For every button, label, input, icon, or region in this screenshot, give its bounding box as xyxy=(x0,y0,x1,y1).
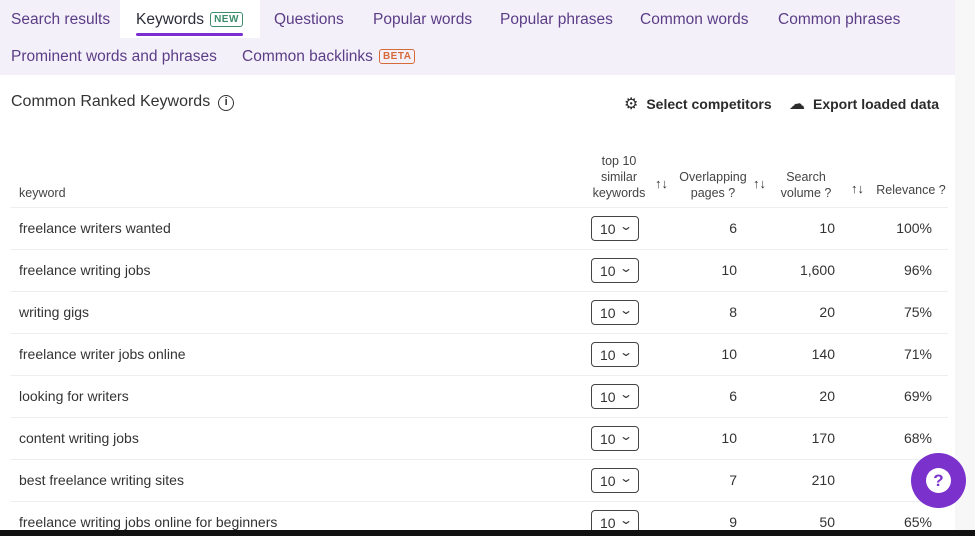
relevance-cell: 100% xyxy=(896,220,932,236)
chevron-down-icon: ⌄ xyxy=(618,261,634,275)
button-label: Export loaded data xyxy=(813,96,940,112)
table-row: freelance writing jobs 10 ⌄ 10 1,600 96% xyxy=(0,249,948,291)
export-button[interactable]: ☁ Export loaded data xyxy=(789,94,939,114)
new-badge: NEW xyxy=(210,12,243,27)
overlapping-cell: 10 xyxy=(721,346,737,362)
tab-questions[interactable]: Questions xyxy=(274,11,344,29)
select-value: 10 xyxy=(600,431,616,447)
keyword-cell: looking for writers xyxy=(19,388,129,404)
table-row: freelance writer jobs online 10 ⌄ 10 140 … xyxy=(0,333,948,375)
table-row: looking for writers 10 ⌄ 6 20 69% xyxy=(0,375,948,417)
table-row: content writing jobs 10 ⌄ 10 170 68% xyxy=(0,417,948,459)
chevron-down-icon: ⌄ xyxy=(618,219,634,233)
volume-cell: 140 xyxy=(811,346,835,362)
similar-keywords-select[interactable]: 10 ⌄ xyxy=(591,216,639,241)
sort-icon[interactable]: ↑↓ xyxy=(851,181,864,196)
info-icon[interactable]: i xyxy=(218,95,235,111)
volume-cell: 20 xyxy=(819,304,835,320)
keyword-cell: writing gigs xyxy=(19,304,90,320)
keyword-cell: freelance writers wanted xyxy=(19,220,171,236)
tab-label: Keywords xyxy=(136,11,205,28)
col-similar: top 10 similar keywords xyxy=(592,154,646,200)
tab-popular-phrases[interactable]: Popular phrases xyxy=(500,11,613,29)
chevron-down-icon: ⌄ xyxy=(618,303,634,317)
title-text: Common Ranked Keywords xyxy=(11,93,211,110)
gear-icon: ⚙ xyxy=(624,96,639,113)
tab-popular-words[interactable]: Popular words xyxy=(373,11,472,29)
overlapping-cell: 10 xyxy=(721,430,737,446)
keyword-cell: freelance writer jobs online xyxy=(19,346,186,362)
select-value: 10 xyxy=(600,515,616,531)
chevron-down-icon: ⌄ xyxy=(618,429,634,443)
overlapping-cell: 8 xyxy=(729,304,737,320)
similar-keywords-select[interactable]: 10 ⌄ xyxy=(591,384,639,409)
overlapping-cell: 6 xyxy=(729,220,737,236)
overlapping-cell: 6 xyxy=(729,388,737,404)
chevron-down-icon: ⌄ xyxy=(618,471,634,485)
tab-label: Common backlinks xyxy=(242,48,373,65)
scrollbar-area xyxy=(955,0,975,536)
chevron-down-icon: ⌄ xyxy=(618,387,634,401)
tab-common-phrases[interactable]: Common phrases xyxy=(778,11,900,29)
tab-keywords[interactable]: Keywords NEW xyxy=(120,0,260,38)
chevron-down-icon: ⌄ xyxy=(618,345,634,359)
col-relevance: Relevance ? xyxy=(876,183,946,197)
relevance-cell: 71% xyxy=(903,346,932,362)
similar-keywords-select[interactable]: 10 ⌄ xyxy=(591,300,639,325)
sort-icon[interactable]: ↑↓ xyxy=(753,176,766,191)
keyword-cell: best freelance writing sites xyxy=(19,472,184,488)
similar-keywords-select[interactable]: 10 ⌄ xyxy=(591,258,639,283)
button-label: Select competitors xyxy=(646,96,772,112)
relevance-cell: 68% xyxy=(903,430,932,446)
tab-bar: Search results Keywords NEW Questions Pop… xyxy=(0,0,955,75)
col-overlapping: Overlapping pages ? xyxy=(679,170,747,200)
select-value: 10 xyxy=(600,347,616,363)
relevance-cell: 96% xyxy=(903,262,932,278)
volume-cell: 10 xyxy=(819,220,835,236)
select-value: 10 xyxy=(600,389,616,405)
table-row: freelance writers wanted 10 ⌄ 6 10 100% xyxy=(0,207,948,249)
relevance-cell: 75% xyxy=(903,304,932,320)
col-keyword: keyword xyxy=(19,186,66,200)
keyword-cell: freelance writing jobs online for beginn… xyxy=(19,514,278,530)
tab-search-results[interactable]: Search results xyxy=(11,11,110,29)
select-value: 10 xyxy=(600,305,616,321)
col-volume: Search volume ? xyxy=(780,170,832,200)
cloud-download-icon: ☁ xyxy=(789,96,805,113)
taskbar xyxy=(0,530,975,536)
select-value: 10 xyxy=(600,473,616,489)
help-button[interactable]: ? xyxy=(911,453,966,508)
keyword-cell: content writing jobs xyxy=(19,430,139,446)
volume-cell: 50 xyxy=(819,514,835,530)
question-icon: ? xyxy=(926,468,951,493)
select-competitors-button[interactable]: ⚙ Select competitors xyxy=(624,94,772,114)
beta-badge: BETA xyxy=(378,49,416,64)
similar-keywords-select[interactable]: 10 ⌄ xyxy=(591,468,639,493)
similar-keywords-select[interactable]: 10 ⌄ xyxy=(591,426,639,451)
volume-cell: 210 xyxy=(811,472,835,488)
overlapping-cell: 7 xyxy=(729,472,737,488)
select-value: 10 xyxy=(600,221,616,237)
similar-keywords-select[interactable]: 10 ⌄ xyxy=(591,342,639,367)
overlapping-cell: 10 xyxy=(721,262,737,278)
tab-prominent-words[interactable]: Prominent words and phrases xyxy=(11,48,217,66)
table-row: freelance writing jobs online for beginn… xyxy=(0,501,948,543)
select-value: 10 xyxy=(600,263,616,279)
section-title: Common Ranked Keywords i xyxy=(11,93,235,111)
table-row: writing gigs 10 ⌄ 8 20 75% xyxy=(0,291,948,333)
relevance-cell: 69% xyxy=(903,388,932,404)
sort-icon[interactable]: ↑↓ xyxy=(655,176,668,191)
volume-cell: 1,600 xyxy=(799,262,835,278)
relevance-cell: 65% xyxy=(903,514,932,530)
tab-common-words[interactable]: Common words xyxy=(640,11,749,29)
keyword-cell: freelance writing jobs xyxy=(19,262,151,278)
overlapping-cell: 9 xyxy=(729,514,737,530)
tab-common-backlinks[interactable]: Common backlinks BETA xyxy=(242,48,416,66)
chevron-down-icon: ⌄ xyxy=(618,513,634,527)
volume-cell: 170 xyxy=(811,430,835,446)
volume-cell: 20 xyxy=(819,388,835,404)
table-row: best freelance writing sites 10⌄ 7 210 6 xyxy=(0,459,948,501)
